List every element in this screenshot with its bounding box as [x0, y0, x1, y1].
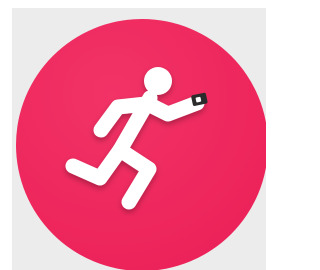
device-screen	[195, 96, 202, 103]
app-icon-tile[interactable]	[0, 0, 266, 270]
icon-circle	[16, 19, 266, 270]
app-icon[interactable]	[0, 0, 266, 270]
runner-front-arm	[140, 95, 205, 122]
